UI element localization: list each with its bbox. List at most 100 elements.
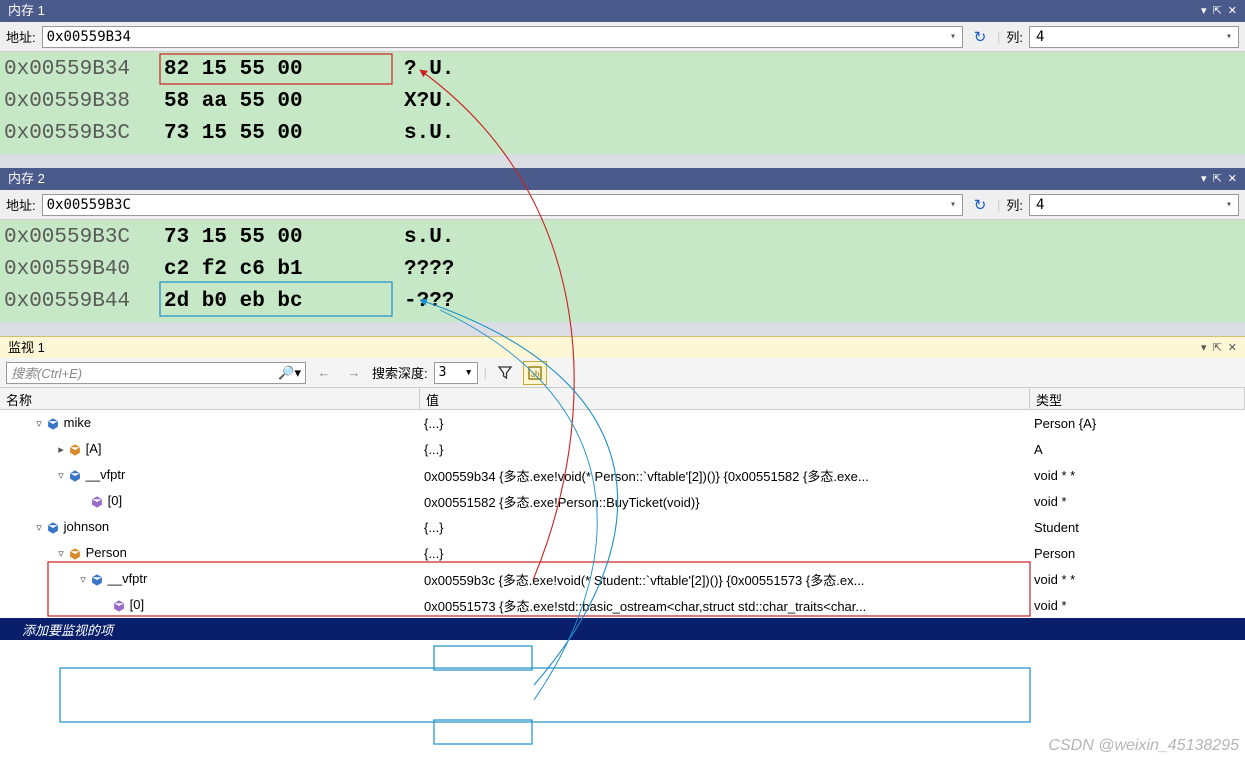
watch-row-name-text: [0] [126, 597, 144, 612]
mem-addr: 0x00559B38 [4, 86, 164, 118]
filter-icon[interactable] [493, 361, 517, 385]
memory2-addr-label: 地址: [6, 195, 36, 214]
memory2-row: 0x00559B442d b0 eb bc-??? [4, 286, 1241, 318]
chevron-down-icon[interactable]: ▾ [948, 199, 958, 210]
memory1-title-text: 内存 1 [8, 0, 45, 22]
memory2-title-bar: 内存 2 ▾ ⇱ ✕ [0, 168, 1245, 190]
watch-row-type: Person {A} [1030, 416, 1245, 431]
mem-bytes: 73 15 55 00 [164, 118, 404, 150]
watch-row-type: Student [1030, 520, 1245, 535]
back-button[interactable]: ← [312, 362, 336, 384]
watch-row-name-text: __vfptr [82, 467, 125, 482]
watch-row-name: ▿ __vfptr [0, 571, 420, 587]
memory1-row: 0x00559B3C73 15 55 00s.U. [4, 118, 1241, 150]
expand-icon[interactable]: ▿ [32, 521, 46, 534]
mem-addr: 0x00559B3C [4, 118, 164, 150]
variable-icon [90, 573, 104, 587]
memory2-dump: 0x00559B3C73 15 55 00s.U. 0x00559B40c2 f… [0, 220, 1245, 322]
mem-addr: 0x00559B34 [4, 54, 164, 86]
watch-row-name: ▿ Person [0, 545, 420, 561]
expand-icon[interactable]: ▸ [54, 443, 68, 456]
watch-table-header: 名称 值 类型 [0, 388, 1245, 410]
watch-depth-input[interactable]: 3 ▾ [434, 362, 478, 384]
variable-icon [90, 495, 104, 509]
memory2-columns-value: 4 [1036, 197, 1226, 213]
chevron-down-icon[interactable]: ▾ [948, 31, 958, 42]
watch-row[interactable]: ▿ johnson{...}Student [0, 514, 1245, 540]
memory2-row: 0x00559B40c2 f2 c6 b1???? [4, 254, 1241, 286]
memory2-columns-input[interactable]: 4 ▾ [1029, 194, 1239, 216]
dropdown-icon[interactable]: ▾ [1201, 337, 1207, 359]
pin-icon[interactable]: ⇱ [1213, 168, 1222, 190]
watch-add-item-row[interactable]: 添加要监视的项 [0, 618, 1245, 640]
watch-row-name-text: [0] [104, 493, 122, 508]
pin-icon[interactable]: ⇱ [1213, 337, 1222, 359]
close-icon[interactable]: ✕ [1228, 337, 1237, 359]
expand-icon[interactable]: ▿ [32, 417, 46, 430]
mem-ascii: ???? [404, 254, 454, 286]
watch-header-value[interactable]: 值 [420, 388, 1030, 409]
watch-row-value: 0x00551582 {多态.exe!Person::BuyTicket(voi… [420, 492, 1030, 511]
forward-button[interactable]: → [342, 362, 366, 384]
watch-row-name-text: [A] [82, 441, 102, 456]
watch-row-value: {...} [420, 416, 1030, 431]
watch-row[interactable]: [0] 0x00551582 {多态.exe!Person::BuyTicket(… [0, 488, 1245, 514]
memory1-title-icons: ▾ ⇱ ✕ [1201, 0, 1237, 22]
expand-icon[interactable]: ▿ [54, 469, 68, 482]
pin-icon[interactable]: ⇱ [1213, 0, 1222, 22]
watch-title-text: 监视 1 [8, 337, 45, 359]
watch-search-placeholder: 搜索(Ctrl+E) [11, 363, 278, 382]
search-icon[interactable]: 🔎▾ [278, 365, 301, 381]
mem-bytes: 82 15 55 00 [164, 54, 404, 86]
mem-bytes: 58 aa 55 00 [164, 86, 404, 118]
refresh-button[interactable]: ↻ [969, 26, 991, 48]
memory1-row: 0x00559B3482 15 55 00?.U. [4, 54, 1241, 86]
mem-bytes: 2d b0 eb bc [164, 286, 404, 318]
watch-row[interactable]: ▿ mike{...}Person {A} [0, 410, 1245, 436]
mem-addr: 0x00559B3C [4, 222, 164, 254]
watch-header-type[interactable]: 类型 [1030, 388, 1245, 409]
close-icon[interactable]: ✕ [1228, 0, 1237, 22]
watch-add-item-text: 添加要监视的项 [22, 620, 113, 639]
memory1-addr-label: 地址: [6, 27, 36, 46]
memory2-title-text: 内存 2 [8, 168, 45, 190]
variable-icon [68, 547, 82, 561]
chevron-down-icon[interactable]: ▾ [1226, 199, 1232, 210]
variable-icon [112, 599, 126, 613]
memory1-address-input[interactable]: 0x00559B34 ▾ [42, 26, 963, 48]
watch-row[interactable]: ▸ [A]{...}A [0, 436, 1245, 462]
expand-icon[interactable]: ▿ [54, 547, 68, 560]
format-display-icon[interactable]: ab [523, 361, 547, 385]
watch-row-type: Person [1030, 546, 1245, 561]
watch-row-value: {...} [420, 442, 1030, 457]
mem-addr: 0x00559B44 [4, 286, 164, 318]
memory2-address-value: 0x00559B3C [47, 197, 948, 213]
chevron-down-icon[interactable]: ▾ [465, 365, 473, 380]
memory2-address-input[interactable]: 0x00559B3C ▾ [42, 194, 963, 216]
memory1-columns-value: 4 [1036, 29, 1226, 45]
watch-row[interactable]: ▿ __vfptr0x00559b3c {多态.exe!void(* Stude… [0, 566, 1245, 592]
memory2-col-label: 列: [1006, 195, 1023, 214]
watch-row[interactable]: ▿ __vfptr0x00559b34 {多态.exe!void(* Perso… [0, 462, 1245, 488]
chevron-down-icon[interactable]: ▾ [1226, 31, 1232, 42]
watch-depth-value: 3 [439, 365, 465, 380]
watch-row-name-text: johnson [60, 519, 109, 534]
watch-title-icons: ▾ ⇱ ✕ [1201, 337, 1237, 359]
expand-icon[interactable]: ▿ [76, 573, 90, 586]
watch-row-name: ▸ [A] [0, 441, 420, 457]
dropdown-icon[interactable]: ▾ [1201, 0, 1207, 22]
watch-row-type: void * * [1030, 572, 1245, 587]
watermark-text: CSDN @weixin_45138295 [1048, 737, 1239, 755]
memory1-columns-input[interactable]: 4 ▾ [1029, 26, 1239, 48]
mem-ascii: X?U. [404, 86, 454, 118]
watch-header-name[interactable]: 名称 [0, 388, 420, 409]
watch-search-input[interactable]: 搜索(Ctrl+E) 🔎▾ [6, 362, 306, 384]
dropdown-icon[interactable]: ▾ [1201, 168, 1207, 190]
refresh-button[interactable]: ↻ [969, 194, 991, 216]
variable-icon [46, 521, 60, 535]
watch-row-name: ▿ __vfptr [0, 467, 420, 483]
watch-row[interactable]: [0] 0x00551573 {多态.exe!std::basic_ostream… [0, 592, 1245, 618]
close-icon[interactable]: ✕ [1228, 168, 1237, 190]
watch-row[interactable]: ▿ Person{...}Person [0, 540, 1245, 566]
watch-row-value: 0x00551573 {多态.exe!std::basic_ostream<ch… [420, 596, 1030, 615]
